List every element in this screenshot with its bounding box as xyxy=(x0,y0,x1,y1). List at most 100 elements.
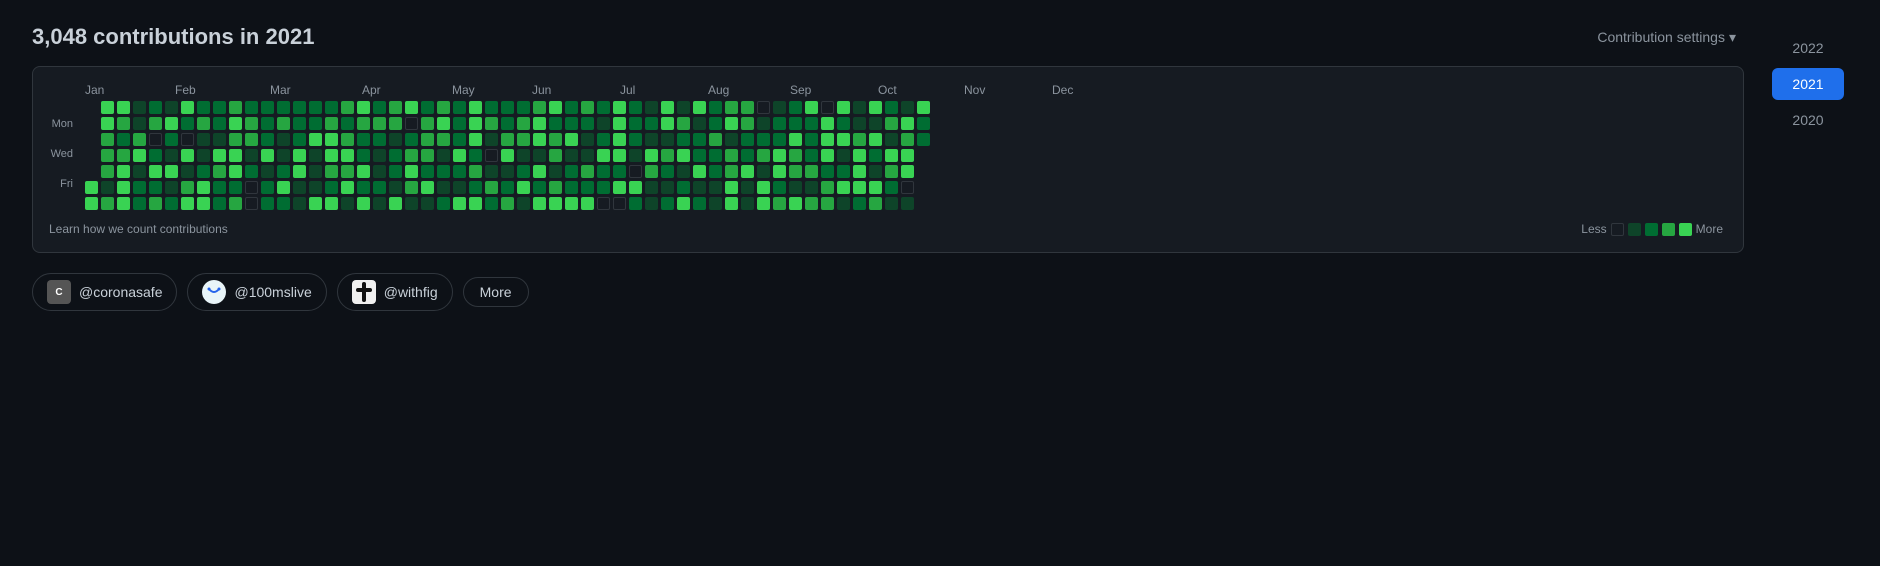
day-cell[interactable] xyxy=(261,181,274,194)
day-cell[interactable] xyxy=(805,165,818,178)
day-cell[interactable] xyxy=(661,149,674,162)
day-cell[interactable] xyxy=(549,165,562,178)
day-cell[interactable] xyxy=(213,197,226,210)
day-cell[interactable] xyxy=(405,165,418,178)
day-cell[interactable] xyxy=(469,101,482,114)
day-cell[interactable] xyxy=(485,149,498,162)
day-cell[interactable] xyxy=(517,117,530,130)
day-cell[interactable] xyxy=(261,133,274,146)
day-cell[interactable] xyxy=(629,101,642,114)
day-cell[interactable] xyxy=(901,117,914,130)
day-cell[interactable] xyxy=(597,101,610,114)
day-cell[interactable] xyxy=(773,117,786,130)
day-cell[interactable] xyxy=(229,149,242,162)
day-cell[interactable] xyxy=(757,117,770,130)
day-cell[interactable] xyxy=(757,149,770,162)
day-cell[interactable] xyxy=(165,101,178,114)
day-cell[interactable] xyxy=(917,181,930,194)
day-cell[interactable] xyxy=(917,165,930,178)
day-cell[interactable] xyxy=(309,197,322,210)
day-cell[interactable] xyxy=(309,181,322,194)
day-cell[interactable] xyxy=(709,117,722,130)
day-cell[interactable] xyxy=(133,197,146,210)
day-cell[interactable] xyxy=(645,149,658,162)
day-cell[interactable] xyxy=(549,181,562,194)
day-cell[interactable] xyxy=(213,117,226,130)
day-cell[interactable] xyxy=(293,101,306,114)
day-cell[interactable] xyxy=(709,181,722,194)
day-cell[interactable] xyxy=(213,149,226,162)
day-cell[interactable] xyxy=(197,117,210,130)
day-cell[interactable] xyxy=(181,181,194,194)
org-100mslive-button[interactable]: @100mslive xyxy=(187,273,326,311)
day-cell[interactable] xyxy=(853,117,866,130)
day-cell[interactable] xyxy=(149,133,162,146)
day-cell[interactable] xyxy=(549,117,562,130)
day-cell[interactable] xyxy=(917,149,930,162)
day-cell[interactable] xyxy=(789,101,802,114)
day-cell[interactable] xyxy=(725,197,738,210)
day-cell[interactable] xyxy=(773,101,786,114)
day-cell[interactable] xyxy=(741,165,754,178)
day-cell[interactable] xyxy=(869,133,882,146)
day-cell[interactable] xyxy=(565,133,578,146)
day-cell[interactable] xyxy=(613,197,626,210)
day-cell[interactable] xyxy=(517,133,530,146)
day-cell[interactable] xyxy=(821,197,834,210)
day-cell[interactable] xyxy=(725,117,738,130)
day-cell[interactable] xyxy=(741,197,754,210)
day-cell[interactable] xyxy=(101,149,114,162)
day-cell[interactable] xyxy=(725,101,738,114)
day-cell[interactable] xyxy=(917,197,930,210)
day-cell[interactable] xyxy=(613,133,626,146)
day-cell[interactable] xyxy=(197,181,210,194)
day-cell[interactable] xyxy=(677,165,690,178)
day-cell[interactable] xyxy=(869,117,882,130)
day-cell[interactable] xyxy=(901,165,914,178)
day-cell[interactable] xyxy=(341,117,354,130)
day-cell[interactable] xyxy=(405,117,418,130)
day-cell[interactable] xyxy=(277,197,290,210)
day-cell[interactable] xyxy=(885,197,898,210)
day-cell[interactable] xyxy=(661,181,674,194)
day-cell[interactable] xyxy=(357,181,370,194)
day-cell[interactable] xyxy=(373,101,386,114)
day-cell[interactable] xyxy=(101,133,114,146)
day-cell[interactable] xyxy=(389,133,402,146)
day-cell[interactable] xyxy=(693,165,706,178)
day-cell[interactable] xyxy=(181,133,194,146)
day-cell[interactable] xyxy=(309,149,322,162)
day-cell[interactable] xyxy=(805,181,818,194)
day-cell[interactable] xyxy=(485,181,498,194)
day-cell[interactable] xyxy=(757,133,770,146)
day-cell[interactable] xyxy=(405,149,418,162)
day-cell[interactable] xyxy=(613,149,626,162)
day-cell[interactable] xyxy=(901,133,914,146)
day-cell[interactable] xyxy=(277,165,290,178)
day-cell[interactable] xyxy=(309,101,322,114)
day-cell[interactable] xyxy=(309,117,322,130)
day-cell[interactable] xyxy=(421,165,434,178)
day-cell[interactable] xyxy=(85,133,98,146)
day-cell[interactable] xyxy=(565,117,578,130)
day-cell[interactable] xyxy=(117,117,130,130)
day-cell[interactable] xyxy=(117,149,130,162)
day-cell[interactable] xyxy=(773,133,786,146)
day-cell[interactable] xyxy=(101,101,114,114)
day-cell[interactable] xyxy=(901,101,914,114)
day-cell[interactable] xyxy=(181,165,194,178)
day-cell[interactable] xyxy=(645,117,658,130)
day-cell[interactable] xyxy=(437,133,450,146)
day-cell[interactable] xyxy=(181,197,194,210)
day-cell[interactable] xyxy=(341,133,354,146)
day-cell[interactable] xyxy=(213,101,226,114)
day-cell[interactable] xyxy=(805,149,818,162)
day-cell[interactable] xyxy=(261,149,274,162)
day-cell[interactable] xyxy=(197,149,210,162)
day-cell[interactable] xyxy=(373,117,386,130)
day-cell[interactable] xyxy=(181,101,194,114)
day-cell[interactable] xyxy=(85,101,98,114)
day-cell[interactable] xyxy=(389,149,402,162)
day-cell[interactable] xyxy=(597,181,610,194)
day-cell[interactable] xyxy=(325,181,338,194)
